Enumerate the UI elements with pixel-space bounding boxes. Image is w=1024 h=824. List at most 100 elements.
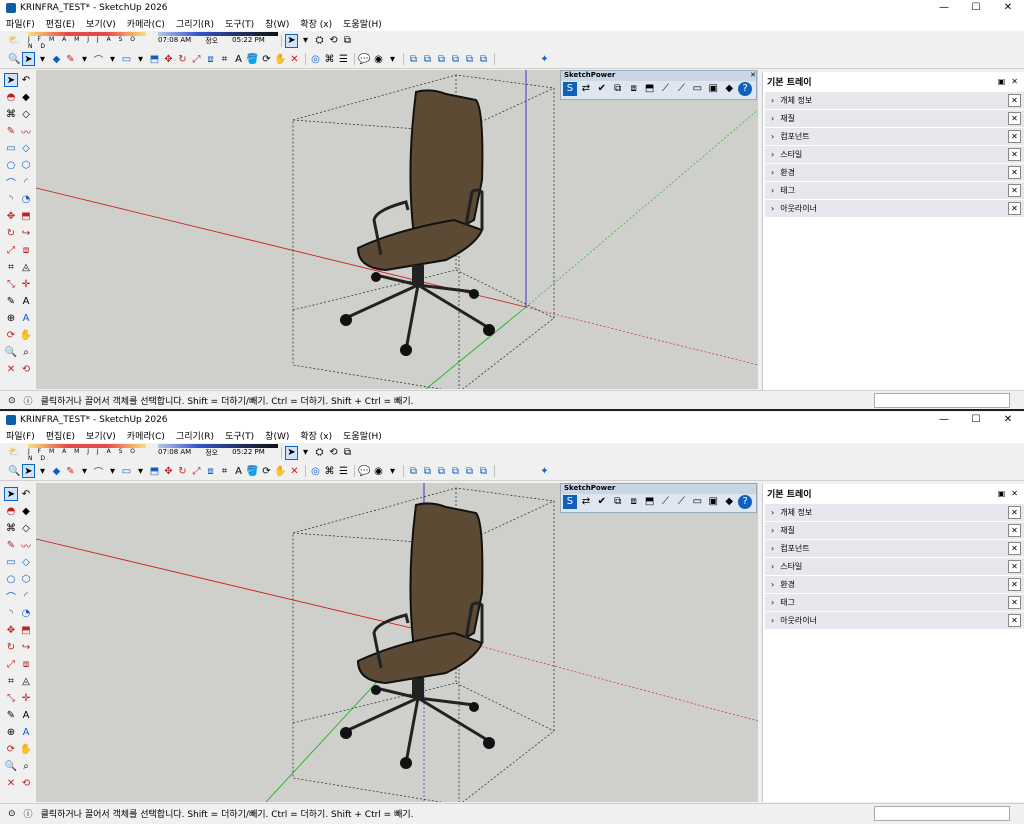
circle-icon[interactable]: ○	[4, 158, 18, 172]
rotate-icon[interactable]: ↻	[176, 52, 189, 66]
dropdown-icon[interactable]: ▾	[78, 52, 91, 66]
warehouse-icon[interactable]: ⛭	[313, 34, 326, 48]
shadow-toggle-icon[interactable]: ⛅	[8, 34, 21, 48]
tray-item-entity-info[interactable]: › 개체 정보 ✕	[765, 504, 1024, 521]
dropdown-icon[interactable]: ▾	[106, 52, 119, 66]
menu-edit[interactable]: 편집(E)	[46, 429, 75, 442]
sp-tool-icon[interactable]: ◆	[722, 495, 736, 509]
ai-assistant-icon[interactable]: ✦	[538, 52, 551, 66]
line-icon[interactable]: ✎	[64, 52, 77, 66]
arc3-icon[interactable]: ◝	[4, 606, 18, 620]
section-icon[interactable]: ⊕	[4, 311, 18, 325]
info-icon[interactable]: ⓘ	[24, 394, 33, 407]
sp-tool-icon[interactable]: ✔	[595, 495, 609, 509]
menu-help[interactable]: 도움말(H)	[343, 17, 382, 30]
select-icon[interactable]: ➤	[4, 73, 18, 87]
layers-icon[interactable]: ☰	[337, 464, 350, 478]
sp-tool-icon[interactable]: ▭	[690, 82, 704, 96]
arc-icon[interactable]: ⌒	[4, 589, 18, 604]
text-icon[interactable]: A	[232, 52, 245, 66]
paint-icon[interactable]: 🪣	[246, 464, 259, 478]
sp-tool-icon[interactable]: ⟋	[674, 495, 688, 509]
rectangle-icon[interactable]: ▭	[4, 555, 18, 569]
tape-icon[interactable]: ⌗	[4, 260, 18, 274]
tray-item-close-icon[interactable]: ✕	[1008, 166, 1021, 179]
tag-icon[interactable]: ◇	[19, 107, 33, 121]
eraser-icon[interactable]: ◆	[50, 464, 63, 478]
minimize-button[interactable]: —	[928, 0, 960, 16]
tray-item-styles[interactable]: › 스타일 ✕	[765, 146, 1024, 163]
menu-file[interactable]: 파일(F)	[6, 429, 35, 442]
ai-assistant-icon[interactable]: ✦	[538, 464, 551, 478]
axes-icon[interactable]: ✛	[19, 691, 33, 705]
tape-icon[interactable]: ⌗	[4, 674, 18, 688]
dropdown-icon[interactable]: ▾	[386, 52, 399, 66]
sp-tool-icon[interactable]: ⧉	[611, 82, 625, 96]
zoom-extents-icon[interactable]: ✕	[4, 776, 18, 790]
tray-item-materials[interactable]: › 재질 ✕	[765, 522, 1024, 539]
warehouse-icon[interactable]: ◎	[309, 464, 322, 478]
pan-icon[interactable]: ✋	[19, 742, 33, 756]
tray-item-close-icon[interactable]: ✕	[1008, 578, 1021, 591]
chat-icon[interactable]: 💬	[358, 52, 371, 66]
menu-tools[interactable]: 도구(T)	[225, 17, 254, 30]
tray-item-close-icon[interactable]: ✕	[1008, 614, 1021, 627]
profile-icon[interactable]: ◉	[372, 52, 385, 66]
section-plane-icon[interactable]: A	[19, 311, 33, 325]
offset-icon[interactable]: ⧈	[19, 657, 33, 671]
sp-tool-icon[interactable]: ◆	[722, 82, 736, 96]
measurements-box[interactable]	[874, 806, 1010, 821]
sp-tool-icon[interactable]: ⇄	[579, 82, 593, 96]
tray-item-outliner[interactable]: › 아웃라이너 ✕	[765, 612, 1024, 629]
view-front-icon[interactable]: ⧉	[435, 464, 448, 478]
select-icon[interactable]: ➤	[22, 52, 35, 66]
tray-item-close-icon[interactable]: ✕	[1008, 596, 1021, 609]
pushpull-icon[interactable]: ⬒	[19, 623, 33, 637]
sketchpower-logo-icon[interactable]: S	[563, 495, 577, 509]
eraser-icon[interactable]: ◆	[50, 52, 63, 66]
arc2-icon[interactable]: ◜	[19, 175, 33, 189]
tray-item-close-icon[interactable]: ✕	[1008, 112, 1021, 125]
measurements-box[interactable]	[874, 393, 1010, 408]
sp-tool-icon[interactable]: ⇄	[579, 495, 593, 509]
layout-send-icon[interactable]: ⧉	[341, 446, 354, 460]
arc-icon[interactable]: ⌒	[92, 52, 105, 67]
zoom-extents-icon[interactable]: ✕	[288, 52, 301, 66]
tray-item-close-icon[interactable]: ✕	[1008, 524, 1021, 537]
offset-icon[interactable]: ⧈	[204, 464, 217, 478]
axes-icon[interactable]: ✛	[19, 277, 33, 291]
pan-icon[interactable]: ✋	[274, 52, 287, 66]
zoom-extents-icon[interactable]: ✕	[288, 464, 301, 478]
layers-icon[interactable]: ☰	[337, 52, 350, 66]
rotated-rect-icon[interactable]: ◇	[19, 555, 33, 569]
pushpull-icon[interactable]: ⬒	[148, 464, 161, 478]
offset-icon[interactable]: ⧈	[204, 52, 217, 66]
component-icon[interactable]: ⌘	[4, 521, 18, 535]
dimension-icon[interactable]: ⤡	[4, 691, 18, 705]
offset-icon[interactable]: ⧈	[19, 243, 33, 257]
section-plane-icon[interactable]: A	[19, 725, 33, 739]
tray-item-close-icon[interactable]: ✕	[1008, 560, 1021, 573]
freehand-icon[interactable]: 〰	[19, 538, 33, 553]
sketchpower-close-button[interactable]: ✕	[750, 71, 756, 81]
tray-item-close-icon[interactable]: ✕	[1008, 184, 1021, 197]
dropdown-icon[interactable]: ▾	[299, 446, 312, 460]
move-icon[interactable]: ✥	[162, 52, 175, 66]
dropdown-icon[interactable]: ▾	[106, 464, 119, 478]
tray-item-tags[interactable]: › 태그 ✕	[765, 182, 1024, 199]
dimension-icon[interactable]: ⤡	[4, 277, 18, 291]
help-icon[interactable]: ?	[738, 495, 753, 509]
orbit-icon[interactable]: ⟳	[260, 464, 273, 478]
component-icon[interactable]: ⌘	[323, 464, 336, 478]
tray-item-components[interactable]: › 컴포넌트 ✕	[765, 540, 1024, 557]
followme-icon[interactable]: ↪	[19, 226, 33, 240]
tray-item-close-icon[interactable]: ✕	[1008, 94, 1021, 107]
dropdown-icon[interactable]: ▾	[299, 34, 312, 48]
circle-icon[interactable]: ○	[4, 572, 18, 586]
menu-view[interactable]: 보기(V)	[86, 17, 116, 30]
text-icon[interactable]: ✎	[4, 294, 18, 308]
view-right-icon[interactable]: ⧉	[449, 464, 462, 478]
rotate-icon[interactable]: ↻	[4, 226, 18, 240]
section-icon[interactable]: ⊕	[4, 725, 18, 739]
sp-tool-icon[interactable]: ✔	[595, 82, 609, 96]
